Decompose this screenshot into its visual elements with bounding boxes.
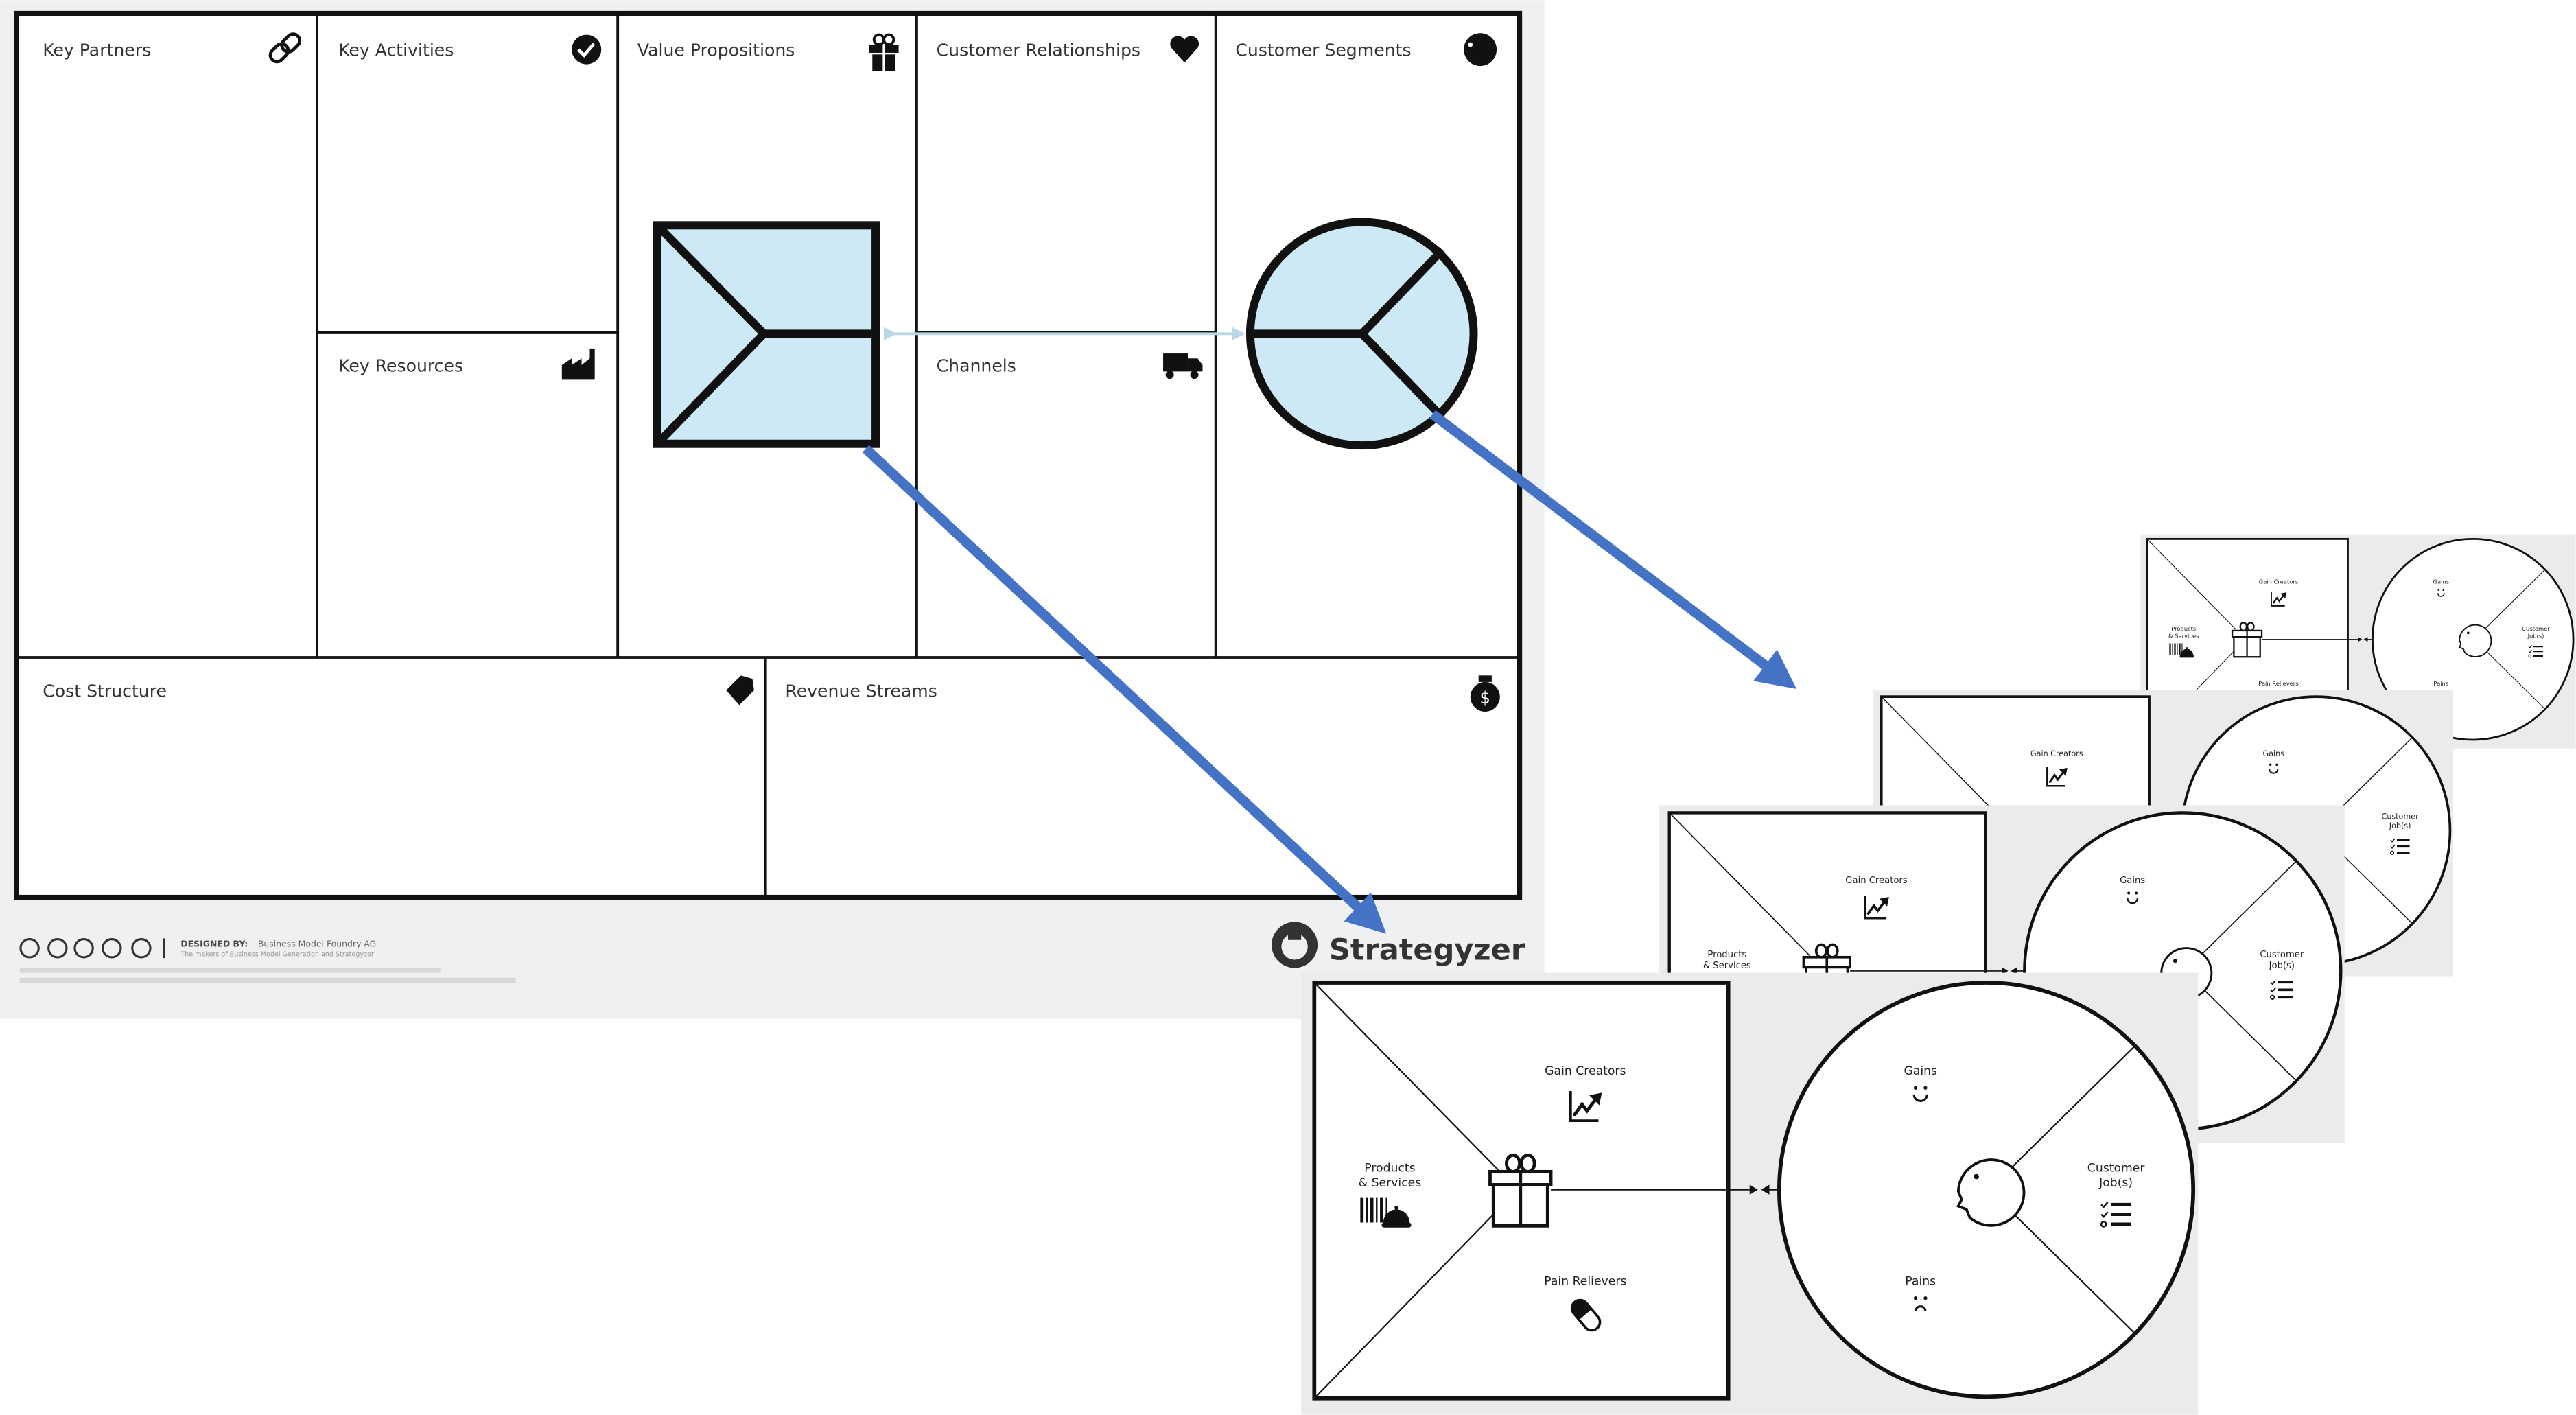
designed-by-label: DESIGNED BY:: [180, 938, 248, 948]
checklist-icon: [2528, 645, 2543, 658]
block-channels: Channels: [937, 355, 1016, 375]
label-customer-jobs: Job(s): [2269, 961, 2295, 971]
label-pains: Pains: [2433, 680, 2448, 687]
label-customer-jobs: Job(s): [2389, 821, 2411, 830]
label-products-services: Products: [1364, 1161, 1415, 1175]
label-products-services: & Services: [1703, 961, 1751, 971]
diagram: Key Partners Key Activities Key Resource…: [0, 0, 2576, 1415]
block-value-propositions: Value Propositions: [637, 40, 795, 60]
label-gain-creators: Gain Creators: [2030, 749, 2083, 758]
footer-rule: [19, 968, 441, 973]
label-gains: Gains: [1904, 1064, 1937, 1078]
head-icon: [1464, 33, 1497, 67]
label-customer-jobs: Job(s): [2527, 632, 2544, 639]
check-circle-icon: [572, 34, 602, 65]
footer-rule: [19, 977, 516, 983]
label-pain-relievers: Pain Relievers: [1544, 1275, 1626, 1289]
block-key-resources: Key Resources: [338, 355, 463, 375]
label-gains: Gains: [2433, 578, 2450, 585]
value-proposition-canvas: Gain Creators Products & Services Pain R…: [1301, 972, 2199, 1415]
label-products-services: & Services: [2168, 632, 2199, 639]
designed-by: Business Model Foundry AG: [258, 938, 376, 948]
customer-face-icon: [2458, 624, 2492, 657]
label-products-services: & Services: [1359, 1176, 1422, 1190]
label-products-services: Products: [1707, 950, 1746, 960]
label-gain-creators: Gain Creators: [2259, 578, 2298, 585]
block-customer-segments: Customer Segments: [1235, 40, 1411, 60]
block-key-partners: Key Partners: [43, 40, 151, 60]
label-gains: Gains: [2263, 749, 2285, 758]
canvas-border: [14, 10, 1523, 900]
block-revenue-streams: Revenue Streams: [785, 681, 937, 701]
tagline: The makers of Business Model Generation …: [180, 951, 374, 959]
value-proposition-square: [653, 221, 880, 448]
block-cost-structure: Cost Structure: [43, 681, 167, 701]
checklist-icon: [2389, 838, 2410, 855]
checklist-icon: [2269, 980, 2293, 1000]
label-pain-relievers: Pain Relievers: [2258, 680, 2298, 687]
label-customer-jobs: Customer: [2382, 812, 2420, 821]
svg-text:$: $: [1480, 688, 1490, 708]
label-products-services: Products: [2171, 625, 2196, 632]
label-customer-jobs: Customer: [2522, 625, 2550, 632]
label-gain-creators: Gain Creators: [1845, 876, 1908, 886]
customer-segment-circle: [1245, 218, 1478, 450]
block-customer-relationships: Customer Relationships: [937, 40, 1140, 60]
checklist-icon: [2100, 1201, 2131, 1228]
label-pains: Pains: [1905, 1275, 1936, 1289]
customer-face-icon: [1956, 1158, 2026, 1227]
label-customer-jobs: Customer: [2260, 950, 2304, 960]
label-gain-creators: Gain Creators: [1545, 1064, 1626, 1078]
block-key-activities: Key Activities: [338, 40, 454, 60]
label-customer-jobs: Job(s): [2098, 1176, 2133, 1190]
logo-text: Strategyzer: [1329, 933, 1526, 967]
label-gains: Gains: [2120, 876, 2145, 886]
label-customer-jobs: Customer: [2087, 1161, 2146, 1175]
gift-icon: [869, 33, 899, 71]
